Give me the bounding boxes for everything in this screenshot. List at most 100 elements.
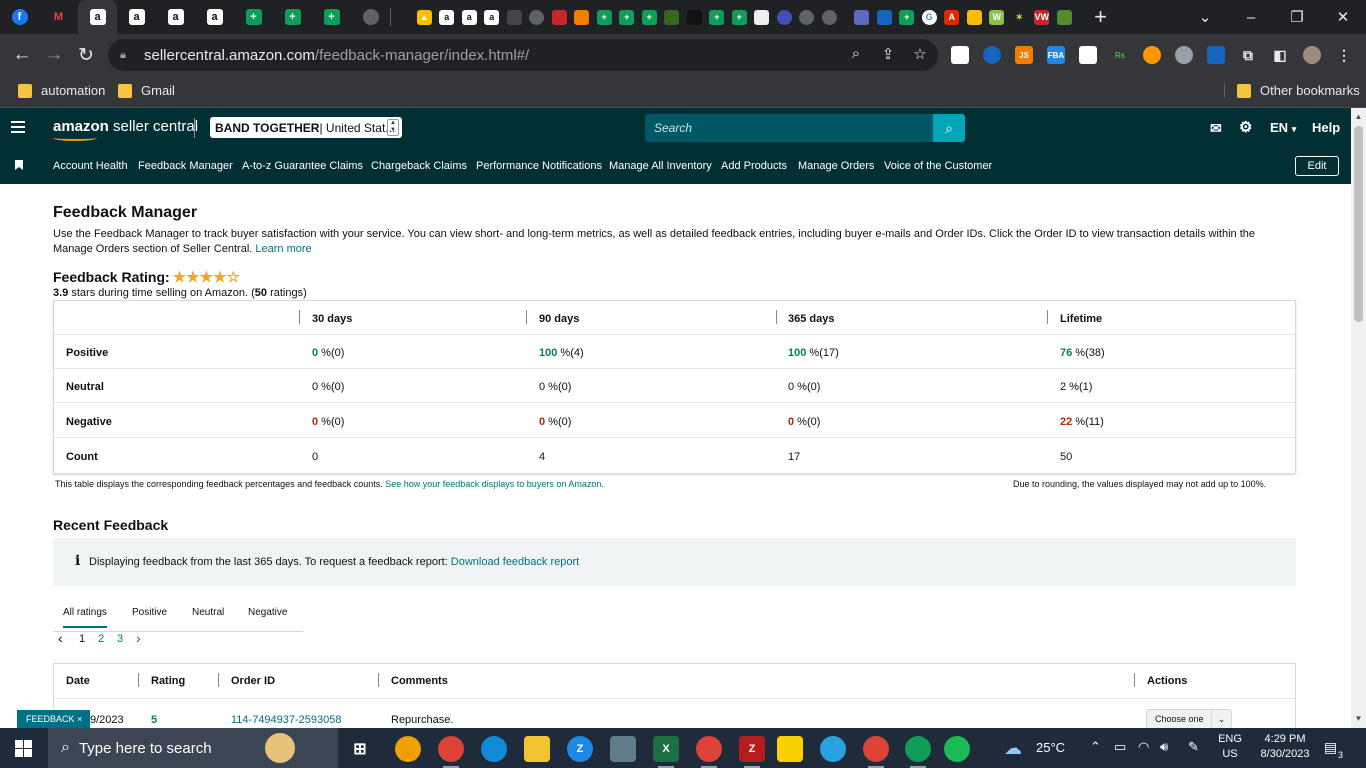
scroll-thumb[interactable] [1354, 126, 1363, 322]
tab-leaf[interactable] [661, 0, 684, 34]
tab-drive[interactable]: ▲ [413, 0, 436, 34]
tab-globe[interactable] [351, 0, 390, 34]
settings-gear-icon[interactable]: ⚙ [1239, 118, 1252, 136]
minimize-button[interactable]: – [1228, 0, 1274, 34]
notification-icon[interactable]: ▤ [1324, 739, 1337, 756]
telegram-icon[interactable] [820, 736, 846, 762]
page-1[interactable]: 1 [79, 633, 85, 645]
tab-sheets[interactable]: + [273, 0, 312, 34]
nav-performance-notifications[interactable]: Performance Notifications [476, 160, 602, 172]
language-indicator[interactable]: ENG US [1218, 733, 1242, 760]
bookmark-gmail[interactable]: Gmail [118, 83, 175, 98]
hamburger-menu-icon[interactable] [11, 121, 25, 136]
order-id-link[interactable]: 114-7494937-2593058 [231, 714, 342, 726]
actions-dropdown[interactable]: Choose one ⌄ [1146, 709, 1232, 728]
tab-sysco[interactable] [873, 0, 896, 34]
feedback-display-link[interactable]: See how your feedback displays to buyers… [385, 479, 604, 489]
feedback-widget-button[interactable]: FEEDBACK × [17, 710, 90, 728]
tab-list[interactable] [851, 0, 874, 34]
seller-central-logo[interactable]: amazon seller central [53, 118, 198, 141]
nav-feedback-manager[interactable]: Feedback Manager [138, 160, 233, 172]
address-bar[interactable]: 🔒︎ sellercentral.amazon.com/feedback-man… [108, 39, 938, 71]
filezilla-icon[interactable]: Z [739, 736, 765, 768]
nav-manage-orders[interactable]: Manage Orders [798, 160, 874, 172]
weather-cloud-icon[interactable]: ☁ [1004, 738, 1022, 759]
windows-start-icon[interactable] [15, 740, 32, 757]
zoom-icon[interactable]: ⌕ [846, 45, 866, 65]
tab-chart[interactable] [503, 0, 526, 34]
tab-globe[interactable] [818, 0, 841, 34]
tab-gmail[interactable]: M [39, 0, 78, 34]
tab-pencil[interactable] [571, 0, 594, 34]
temperature[interactable]: 25°C [1036, 740, 1065, 755]
nav-account-health[interactable]: Account Health [53, 160, 128, 172]
back-button[interactable]: ← [6, 39, 38, 71]
page-3[interactable]: 3 [117, 633, 123, 645]
tab-amazon-active[interactable]: a [78, 0, 117, 34]
search-input[interactable]: Search [645, 114, 934, 142]
download-report-link[interactable]: Download feedback report [451, 556, 579, 568]
extension-icon[interactable] [951, 46, 969, 64]
scroll-up-icon[interactable]: ▲ [1354, 112, 1363, 121]
chrome-profile-icon[interactable] [905, 736, 931, 768]
tab-negative[interactable]: Negative [248, 607, 287, 618]
file-explorer-icon[interactable] [524, 736, 550, 762]
scroll-down-icon[interactable]: ▼ [1354, 714, 1363, 723]
edge-icon[interactable] [481, 736, 507, 762]
tab-image[interactable] [751, 0, 774, 34]
tab-angular[interactable]: A [941, 0, 964, 34]
bookmark-flag-icon[interactable] [15, 160, 23, 170]
tab-history[interactable] [796, 0, 819, 34]
task-view-icon[interactable]: ⊞ [347, 736, 373, 762]
tab-sheets[interactable]: + [593, 0, 616, 34]
tab-globe[interactable] [526, 0, 549, 34]
nav-a-to-z-claims[interactable]: A-to-z Guarantee Claims [242, 160, 363, 172]
mail-icon[interactable]: ✉ [1210, 120, 1222, 137]
weather-widget-icon[interactable] [260, 728, 300, 768]
menu-kebab-icon[interactable]: ⋮ [1335, 46, 1353, 64]
sticky-notes-icon[interactable] [777, 736, 803, 762]
nav-chargeback-claims[interactable]: Chargeback Claims [371, 160, 467, 172]
tab-sheets[interactable]: + [728, 0, 751, 34]
search-button[interactable]: ⌕ [933, 114, 965, 142]
puzzle-icon[interactable]: ⧉ [1239, 46, 1257, 64]
tab-amazon[interactable]: a [458, 0, 481, 34]
new-tab-button[interactable]: + [1086, 4, 1116, 30]
tab-positive[interactable]: Positive [132, 607, 167, 618]
app-icon[interactable] [395, 736, 421, 762]
sidepanel-icon[interactable]: ◧ [1271, 46, 1289, 64]
tab-gear[interactable] [773, 0, 796, 34]
chrome-profile-icon[interactable] [863, 736, 889, 768]
zoom-app-icon[interactable]: Z [567, 736, 593, 762]
tab-sheets[interactable]: + [706, 0, 729, 34]
extension-icon[interactable] [983, 46, 1001, 64]
volume-icon[interactable]: 🔊︎ [1160, 739, 1168, 755]
tab-amazon[interactable]: a [195, 0, 234, 34]
page-scrollbar[interactable]: ▲ ▼ [1351, 108, 1366, 728]
tab-w[interactable]: W [986, 0, 1009, 34]
clock[interactable]: 4:29 PM 8/30/2023 [1256, 733, 1314, 760]
prev-page-icon[interactable]: ‹ [58, 630, 63, 646]
tab-sheets[interactable]: + [896, 0, 919, 34]
tray-chevron-icon[interactable]: ⌃ [1090, 739, 1101, 755]
excel-icon[interactable]: X [653, 736, 679, 768]
globe-extension-icon[interactable] [1175, 46, 1193, 64]
tab-sheets[interactable]: + [616, 0, 639, 34]
js-extension-icon[interactable]: JS [1015, 46, 1033, 64]
tab-red[interactable] [548, 0, 571, 34]
tab-vw[interactable]: VW [1031, 0, 1054, 34]
tab-neutral[interactable]: Neutral [192, 607, 224, 618]
tab-sheets[interactable]: + [312, 0, 351, 34]
tab-amazon[interactable]: a [117, 0, 156, 34]
battery-icon[interactable]: ▭ [1114, 739, 1126, 755]
calculator-icon[interactable] [610, 736, 636, 762]
language-selector[interactable]: EN ▾ [1270, 120, 1296, 135]
fba-extension-icon[interactable]: FBA [1047, 46, 1065, 64]
other-bookmarks[interactable]: Other bookmarks [1224, 83, 1360, 98]
extension-icon[interactable] [1143, 46, 1161, 64]
tab-leaf[interactable] [1053, 0, 1076, 34]
edit-nav-button[interactable]: Edit [1295, 156, 1339, 176]
spotify-icon[interactable] [944, 736, 970, 762]
nav-voice-of-customer[interactable]: Voice of the Customer [884, 160, 992, 172]
tab-facebook[interactable]: f [0, 0, 39, 34]
